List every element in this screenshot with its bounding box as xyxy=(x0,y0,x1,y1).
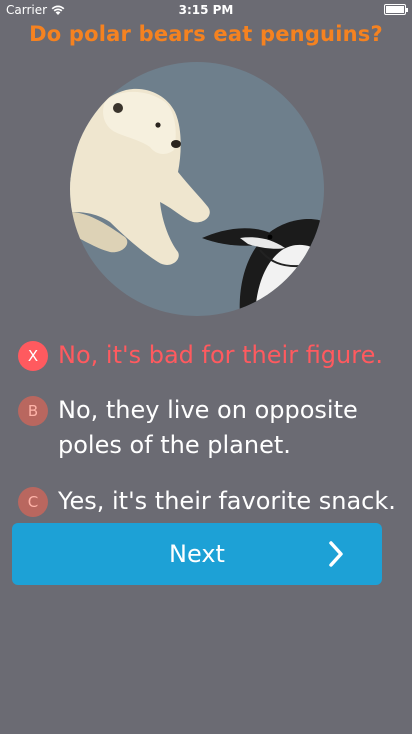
quiz-screen: Carrier 3:15 PM Do polar bears eat pengu… xyxy=(0,0,412,734)
battery-icon xyxy=(384,4,408,15)
answer-c-badge: C xyxy=(18,487,48,517)
answer-b-text: No, they live on opposite poles of the p… xyxy=(58,396,358,459)
status-bar: Carrier 3:15 PM xyxy=(0,0,412,20)
next-button[interactable]: Next xyxy=(12,523,382,585)
penguin-figure xyxy=(202,219,324,316)
status-time: 3:15 PM xyxy=(178,3,234,17)
answer-option-a[interactable]: X No, it's bad for their figure. xyxy=(18,338,402,373)
answer-option-c[interactable]: C Yes, it's their favorite snack. xyxy=(18,484,402,519)
question-title: Do polar bears eat penguins? xyxy=(29,22,383,46)
chevron-right-icon xyxy=(329,541,343,567)
answer-b-badge: B xyxy=(18,396,48,426)
next-button-label: Next xyxy=(169,540,225,568)
answer-a-wrong-badge: X xyxy=(18,341,48,371)
answer-option-b[interactable]: B No, they live on opposite poles of the… xyxy=(18,393,402,463)
answer-a-text: No, it's bad for their figure. xyxy=(58,341,383,369)
polar-bear-penguin-illustration xyxy=(70,88,324,316)
question-image xyxy=(70,62,324,316)
answer-c-text: Yes, it's their favorite snack. xyxy=(58,487,396,515)
